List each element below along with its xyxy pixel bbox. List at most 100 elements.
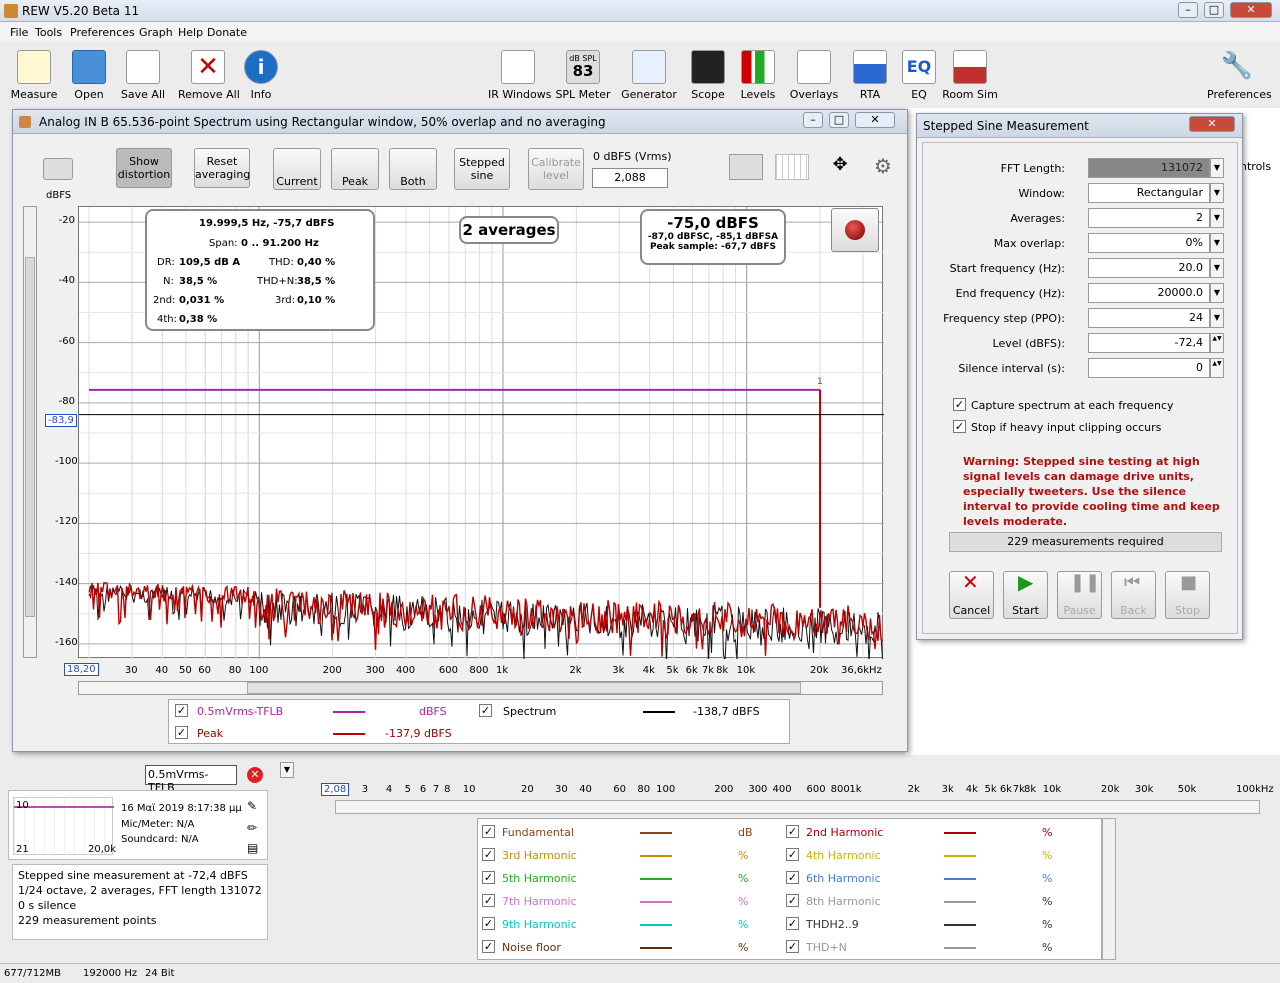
stepped-field-input[interactable]: 24 [1088, 308, 1210, 328]
harmonic-checkbox[interactable]: ✓ [786, 825, 799, 838]
levels-button[interactable]: Levels [728, 46, 788, 104]
bottom-scrollbar[interactable] [335, 800, 1260, 814]
dropdown-arrow-icon[interactable]: ▼ [1210, 158, 1224, 178]
menu-tools[interactable]: Tools [35, 26, 62, 39]
stepped-field-input[interactable]: 20.0 [1088, 258, 1210, 278]
dropdown-arrow-icon[interactable]: ▼ [1210, 233, 1224, 253]
save-all-button[interactable]: Save All [113, 46, 173, 104]
pencil-icon[interactable]: ✏ [247, 821, 261, 835]
dropdown-arrow-icon[interactable]: ▼ [1210, 283, 1224, 303]
app-title-bar: REW V5.20 Beta 11 – □ ✕ [0, 0, 1280, 22]
remove-measurement-icon[interactable]: ✕ [247, 767, 263, 783]
measurement-dropdown[interactable]: ▼ [280, 762, 294, 778]
open-button[interactable]: Open [59, 46, 119, 104]
current-button[interactable]: Current [273, 148, 321, 190]
generator-button[interactable]: Generator [619, 46, 679, 104]
start-button[interactable]: Start ▶ [1003, 571, 1048, 619]
harmonic-checkbox[interactable]: ✓ [786, 917, 799, 930]
spl-meter-button[interactable]: dB SPL 83 SPL Meter [553, 46, 613, 104]
both-button[interactable]: Both [389, 148, 437, 190]
overlays-label: Overlays [789, 88, 839, 101]
peak-button[interactable]: Peak [331, 148, 379, 190]
legend-checkbox[interactable]: ✓ [479, 704, 492, 717]
spinner-buttons[interactable]: ▲▼ [1210, 358, 1224, 378]
rta-minimize-button[interactable]: – [803, 112, 823, 128]
measurement-name-field[interactable]: 0.5mVrms-TFLB [145, 765, 237, 794]
menu-graph[interactable]: Graph [139, 26, 173, 39]
harmonic-checkbox[interactable]: ✓ [482, 825, 495, 838]
menu-donate[interactable]: Donate [207, 26, 247, 39]
measure-button[interactable]: Measure [4, 46, 64, 104]
stepped-field-input[interactable]: 0% [1088, 233, 1210, 253]
legend-checkbox[interactable]: ✓ [175, 726, 188, 739]
harmonic-checkbox[interactable]: ✓ [482, 894, 495, 907]
cancel-label: Cancel [952, 604, 991, 617]
stepped-field-input[interactable]: 131072 [1088, 158, 1210, 178]
harmonics-scrollbar[interactable] [1102, 818, 1116, 960]
cancel-button[interactable]: Cancel ✕ [949, 571, 994, 619]
remove-all-button[interactable]: ✕ Remove All [178, 46, 240, 104]
dropdown-arrow-icon[interactable]: ▼ [1210, 308, 1224, 328]
show-distortion-button[interactable]: Show distortion [116, 148, 172, 188]
x-scrollbar[interactable] [78, 681, 883, 695]
harmonic-checkbox[interactable]: ✓ [482, 871, 495, 884]
measurement-notes[interactable]: Stepped sine measurement at -72,4 dBFS 1… [12, 864, 268, 940]
x-tick-label: 50 [178, 665, 192, 676]
bottom-axis-tick: 300 [748, 784, 768, 795]
measurement-info-card[interactable]: 10 21 20,0k 16 Μαϊ 2019 8:17:38 μμ Mic/M… [8, 790, 268, 860]
spinner-buttons[interactable]: ▲▼ [1210, 333, 1224, 353]
harmonic-name: THD+N [806, 941, 847, 954]
room-sim-button[interactable]: Room Sim [940, 46, 1000, 104]
move-arrows-icon[interactable]: ✥ [823, 154, 857, 180]
preferences-button[interactable]: 🔧 Preferences [1207, 46, 1272, 104]
minimize-button[interactable]: – [1178, 2, 1198, 18]
maximize-button[interactable]: □ [1204, 2, 1224, 18]
harmonic-unit: % [738, 895, 749, 908]
reset-averaging-button[interactable]: Reset averaging [194, 148, 250, 188]
close-button[interactable]: ✕ [1230, 2, 1272, 18]
harmonic-checkbox[interactable]: ✓ [482, 940, 495, 953]
stepped-field-input[interactable]: Rectangular [1088, 183, 1210, 203]
cursor-x-readout: 18,20 [64, 663, 99, 676]
camera-icon[interactable] [43, 158, 73, 180]
graph-layout-icon[interactable] [729, 154, 763, 180]
stepped-field-input[interactable]: -72,4 [1088, 333, 1210, 353]
edit-measurement-icon[interactable]: ✎ [247, 799, 261, 813]
stop-clipping-checkbox[interactable]: ✓ [953, 420, 966, 433]
harmonic-checkbox[interactable]: ✓ [786, 894, 799, 907]
rta-maximize-button[interactable]: □ [829, 112, 849, 128]
harmonic-checkbox[interactable]: ✓ [786, 940, 799, 953]
overlays-button[interactable]: Overlays [784, 46, 844, 104]
save-all-icon [126, 50, 160, 84]
limits-icon[interactable] [775, 154, 809, 180]
harmonic-swatch [640, 947, 672, 949]
y-scrollbar[interactable] [23, 206, 37, 658]
dropdown-arrow-icon[interactable]: ▼ [1210, 258, 1224, 278]
dialog-close-button[interactable]: ✕ [1189, 116, 1235, 132]
harmonic-checkbox[interactable]: ✓ [482, 848, 495, 861]
menu-preferences[interactable]: Preferences [70, 26, 135, 39]
stepped-field-input[interactable]: 2 [1088, 208, 1210, 228]
harmonic-unit: % [1042, 918, 1053, 931]
info-button[interactable]: i Info [231, 46, 291, 104]
dropdown-arrow-icon[interactable]: ▼ [1210, 183, 1224, 203]
record-icon [845, 220, 865, 240]
dropdown-arrow-icon[interactable]: ▼ [1210, 208, 1224, 228]
menu-file[interactable]: File [10, 26, 28, 39]
reference-level-input[interactable]: 2,088 [592, 168, 668, 188]
capture-spectrum-checkbox[interactable]: ✓ [953, 398, 966, 411]
legend-checkbox[interactable]: ✓ [175, 704, 188, 717]
menu-help[interactable]: Help [178, 26, 203, 39]
stepped-sine-button[interactable]: Stepped sine [454, 148, 510, 190]
y-scrollbar-thumb[interactable] [25, 257, 35, 617]
notes-icon[interactable]: ▤ [247, 841, 261, 855]
harmonic-checkbox[interactable]: ✓ [482, 917, 495, 930]
harmonic-checkbox[interactable]: ✓ [786, 871, 799, 884]
eq-label: EQ [911, 88, 927, 101]
stepped-field-input[interactable]: 0 [1088, 358, 1210, 378]
x-scrollbar-thumb[interactable] [247, 682, 801, 694]
stepped-field-input[interactable]: 20000.0 [1088, 283, 1210, 303]
ir-windows-button[interactable]: IR Windows [488, 46, 552, 104]
harmonic-checkbox[interactable]: ✓ [786, 848, 799, 861]
rta-close-button[interactable]: ✕ [855, 112, 895, 128]
